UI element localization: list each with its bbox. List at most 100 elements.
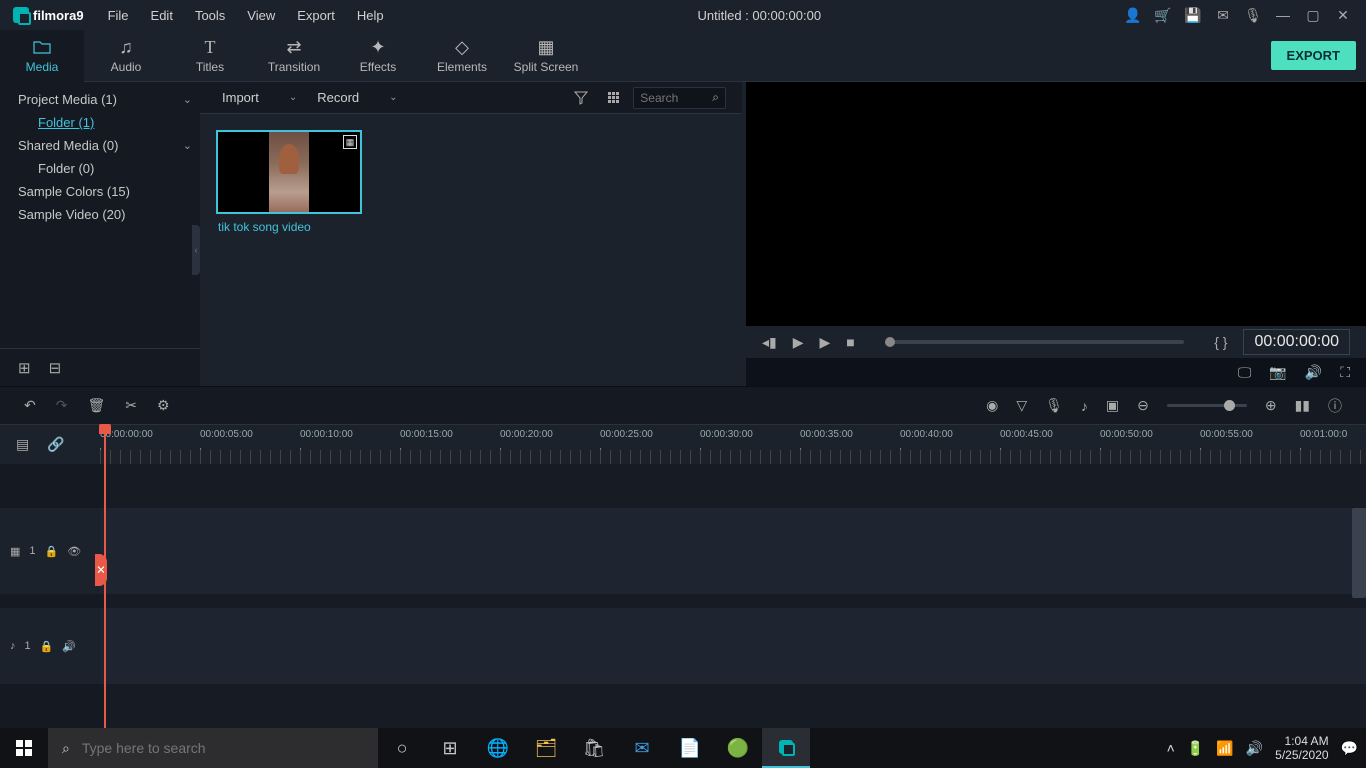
prev-frame-button[interactable]: ◂▮ — [762, 334, 777, 351]
menu-file[interactable]: File — [98, 4, 139, 27]
word-icon[interactable]: 📄 — [666, 728, 714, 768]
tray-clock[interactable]: 1:04 AM 5/25/2020 — [1275, 734, 1328, 762]
menu-export[interactable]: Export — [287, 4, 345, 27]
menu-help[interactable]: Help — [347, 4, 394, 27]
zoom-in-button[interactable]: ⊕ — [1265, 397, 1277, 414]
tab-split-screen[interactable]: ▦ Split Screen — [504, 30, 588, 82]
export-button[interactable]: EXPORT — [1271, 41, 1356, 70]
play-button[interactable]: ▶ — [793, 334, 804, 351]
tab-elements[interactable]: ◇ Elements — [420, 30, 504, 82]
audio-track-header[interactable]: ♪1 🔒 🔊 — [0, 608, 100, 684]
lock-icon[interactable]: 🔒 — [45, 545, 59, 558]
close-button[interactable]: ✕ — [1335, 7, 1351, 23]
media-browser: Import⌄ Record⌄ ⌕ ‹ ▦ tik tok song video — [200, 82, 742, 386]
tab-effects[interactable]: ✦ Effects — [336, 30, 420, 82]
help-icon[interactable]: ⓘ — [1328, 396, 1342, 416]
grid-view-icon[interactable] — [602, 90, 625, 105]
voiceover-icon[interactable]: 🎙 — [1045, 397, 1063, 414]
save-icon[interactable]: 💾 — [1185, 7, 1201, 23]
taskbar-search[interactable]: ⌕ — [48, 728, 378, 768]
start-button[interactable] — [0, 728, 48, 768]
mute-icon[interactable]: 🔊 — [62, 640, 76, 653]
tab-titles[interactable]: T Titles — [168, 30, 252, 82]
explorer-icon[interactable]: 🗂 — [522, 728, 570, 768]
crop-icon[interactable]: ▣ — [1106, 397, 1119, 414]
search-input[interactable] — [82, 740, 364, 756]
tree-project-media[interactable]: Project Media (1)⌄ — [0, 88, 200, 111]
import-dropdown[interactable]: Import⌄ — [216, 87, 303, 108]
lock-icon[interactable]: 🔒 — [40, 640, 54, 653]
tree-sample-colors[interactable]: Sample Colors (15) — [0, 180, 200, 203]
playhead[interactable] — [104, 424, 106, 728]
grid-icon: ▦ — [537, 37, 554, 57]
video-track-header[interactable]: ▦1 🔒 👁 — [0, 508, 100, 594]
chrome-icon[interactable]: 🟢 — [714, 728, 762, 768]
display-settings-icon[interactable]: 🖵 — [1238, 364, 1252, 381]
menu-tools[interactable]: Tools — [185, 4, 235, 27]
video-track-lane[interactable] — [100, 508, 1366, 594]
undo-button[interactable]: ↶ — [24, 397, 36, 414]
volume-icon[interactable]: 🔊 — [1305, 364, 1322, 381]
notifications-icon[interactable]: 💬 — [1341, 740, 1358, 757]
tab-media[interactable]: Media — [0, 30, 84, 82]
ruler-scale[interactable]: 00:00:00:0000:00:05:0000:00:10:0000:00:1… — [100, 425, 1366, 464]
render-preview-icon[interactable]: ◉ — [986, 397, 998, 414]
edge-icon[interactable]: 🌐 — [474, 728, 522, 768]
eye-icon[interactable]: 👁 — [67, 545, 81, 558]
tree-folder-1[interactable]: Folder (1) — [0, 111, 200, 134]
mail-app-icon[interactable]: ✉ — [618, 728, 666, 768]
maximize-button[interactable]: ▢ — [1305, 7, 1321, 23]
link-icon[interactable]: 🔗 — [47, 436, 64, 453]
delete-folder-icon[interactable]: ⊟ — [49, 359, 62, 377]
adjust-button[interactable]: ⚙ — [157, 397, 170, 414]
audio-track-lane[interactable] — [100, 608, 1366, 684]
battery-icon[interactable]: 🔋 — [1187, 740, 1204, 757]
filter-icon[interactable] — [568, 89, 594, 107]
zoom-slider[interactable] — [1167, 404, 1247, 407]
minimize-button[interactable]: — — [1275, 7, 1291, 23]
next-frame-button[interactable]: ▶ — [820, 334, 831, 351]
task-view-icon[interactable]: ⊞ — [426, 728, 474, 768]
timeline-scrollbar[interactable] — [1352, 508, 1366, 598]
mark-in-out[interactable]: { } — [1214, 334, 1227, 350]
menu-view[interactable]: View — [237, 4, 285, 27]
tray-chevron-icon[interactable]: ˄ — [1167, 740, 1175, 756]
preview-timecode: 00:00:00:00 — [1243, 329, 1350, 355]
media-clip[interactable]: ▦ tik tok song video — [216, 130, 362, 234]
store-icon[interactable]: 🛍 — [570, 728, 618, 768]
search-icon[interactable]: ⌕ — [712, 90, 719, 105]
snapshot-icon[interactable]: 📷 — [1269, 364, 1286, 381]
media-search[interactable]: ⌕ — [633, 87, 726, 109]
redo-button[interactable]: ↷ — [56, 397, 68, 414]
track-manager-icon[interactable]: ▤ — [16, 436, 29, 453]
marker-icon[interactable]: ▽ — [1016, 397, 1027, 414]
cortana-icon[interactable]: ○ — [378, 728, 426, 768]
search-input[interactable] — [640, 91, 712, 105]
split-button[interactable]: ✂ — [125, 397, 137, 414]
delete-button[interactable]: 🗑 — [87, 397, 105, 414]
preview-viewport[interactable] — [746, 82, 1366, 326]
audio-mixer-icon[interactable]: ♪ — [1081, 398, 1088, 414]
wifi-icon[interactable]: 📶 — [1216, 740, 1233, 757]
stop-button[interactable]: ■ — [846, 334, 854, 350]
collapse-handle[interactable]: ‹ — [192, 225, 200, 275]
timeline-canvas[interactable]: ✕ — [100, 464, 1366, 728]
fullscreen-icon[interactable]: ⛶ — [1340, 364, 1350, 381]
filmora-taskbar-icon[interactable] — [762, 728, 810, 768]
speaker-icon[interactable]: 🔊 — [1246, 740, 1263, 757]
record-dropdown[interactable]: Record⌄ — [311, 87, 403, 108]
tree-sample-video[interactable]: Sample Video (20) — [0, 203, 200, 226]
tree-folder-0[interactable]: Folder (0) — [0, 157, 200, 180]
preview-seek[interactable] — [885, 340, 1184, 344]
cart-icon[interactable]: 🛒 — [1155, 7, 1171, 23]
mic-icon[interactable]: 🎙 — [1245, 7, 1261, 23]
add-folder-icon[interactable]: ⊞ — [18, 359, 31, 377]
zoom-fit-button[interactable]: ▮▮ — [1295, 397, 1310, 414]
tab-transition[interactable]: ⇄ Transition — [252, 30, 336, 82]
tab-audio[interactable]: ♫ Audio — [84, 30, 168, 82]
zoom-out-button[interactable]: ⊖ — [1137, 397, 1149, 414]
mail-icon[interactable]: ✉ — [1215, 7, 1231, 23]
tree-shared-media[interactable]: Shared Media (0)⌄ — [0, 134, 200, 157]
account-icon[interactable]: 👤 — [1125, 7, 1141, 23]
menu-edit[interactable]: Edit — [141, 4, 183, 27]
